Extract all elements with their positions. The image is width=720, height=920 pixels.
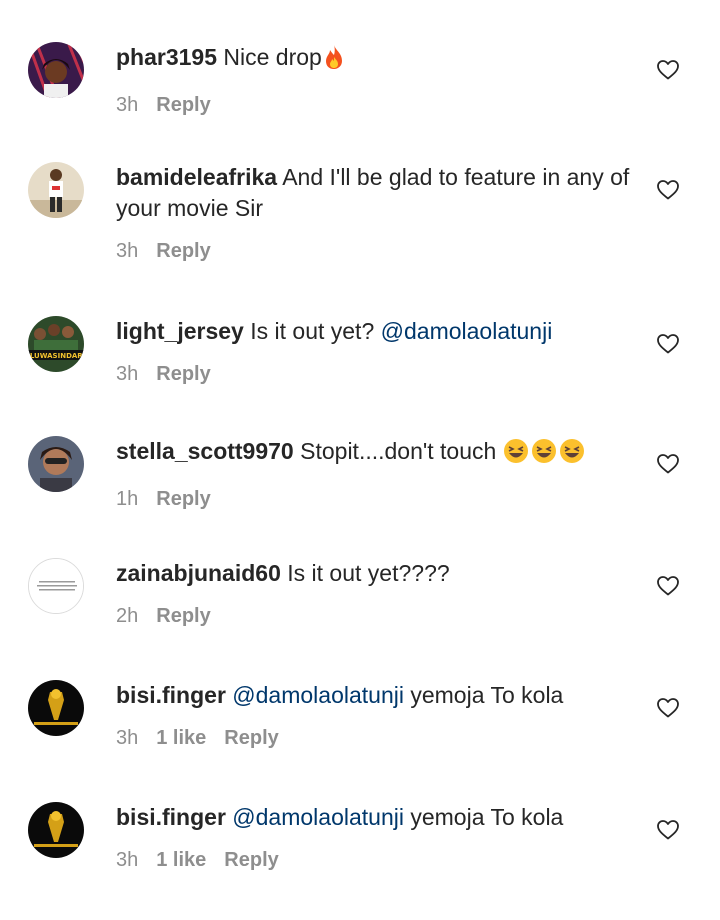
avatar[interactable] — [28, 436, 84, 492]
comment-time: 2h — [116, 605, 139, 627]
comment-time: 1h — [116, 488, 139, 510]
comment-time: 3h — [116, 363, 139, 385]
reply-button[interactable]: Reply — [156, 363, 210, 385]
comment-text: Is it out yet? — [250, 318, 375, 344]
comment-text: Is it out yet???? — [287, 560, 450, 586]
comment-username[interactable]: zainabjunaid60 — [116, 560, 281, 586]
mention-link[interactable]: @damolaolatunji — [232, 804, 404, 830]
reply-button[interactable]: Reply — [156, 605, 210, 627]
avatar[interactable] — [28, 558, 84, 614]
reply-button[interactable]: Reply — [224, 849, 278, 871]
avatar[interactable] — [28, 802, 84, 858]
avatar[interactable] — [28, 680, 84, 736]
comment-time: 3h — [116, 240, 139, 262]
comment-username[interactable]: bamideleafrika — [116, 164, 277, 190]
reply-button[interactable]: Reply — [156, 488, 210, 510]
like-heart-icon[interactable] — [656, 818, 680, 842]
like-heart-icon[interactable] — [656, 696, 680, 720]
comment-text: Stopit....don't touch — [300, 438, 497, 464]
comment-time: 3h — [116, 727, 139, 749]
fire-emoji-icon — [322, 44, 346, 78]
like-heart-icon[interactable] — [656, 58, 680, 82]
likes-count[interactable]: 1 like — [156, 727, 206, 749]
comment-username[interactable]: phar3195 — [116, 44, 217, 70]
avatar[interactable] — [28, 162, 84, 218]
comment-username[interactable]: light_jersey — [116, 318, 244, 344]
like-heart-icon[interactable] — [656, 452, 680, 476]
comment-text: yemoja To kola — [410, 804, 564, 830]
reply-button[interactable]: Reply — [156, 94, 210, 116]
comment-text: Nice drop — [223, 44, 322, 70]
likes-count[interactable]: 1 like — [156, 849, 206, 871]
like-heart-icon[interactable] — [656, 574, 680, 598]
comment-time: 3h — [116, 94, 139, 116]
comment-text: yemoja To kola — [410, 682, 564, 708]
comment-username[interactable]: bisi.finger — [116, 804, 226, 830]
laughing-emoji-icon — [503, 438, 585, 472]
comment-username[interactable]: bisi.finger — [116, 682, 226, 708]
svg-text:OLUWASINDARA: OLUWASINDARA — [28, 352, 84, 360]
comment-time: 3h — [116, 849, 139, 871]
reply-button[interactable]: Reply — [156, 240, 210, 262]
avatar[interactable] — [28, 42, 84, 98]
reply-button[interactable]: Reply — [224, 727, 278, 749]
like-heart-icon[interactable] — [656, 178, 680, 202]
like-heart-icon[interactable] — [656, 332, 680, 356]
comment-username[interactable]: stella_scott9970 — [116, 438, 294, 464]
mention-link[interactable]: @damolaolatunji — [232, 682, 404, 708]
avatar[interactable]: OLUWASINDARA — [28, 316, 84, 372]
mention-link[interactable]: @damolaolatunji — [381, 318, 553, 344]
